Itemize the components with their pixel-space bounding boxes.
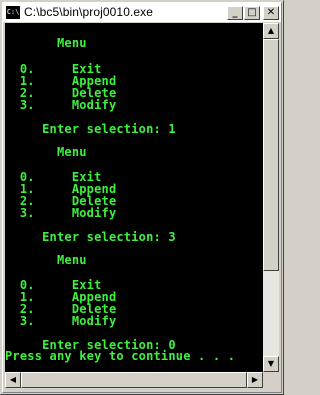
close-button[interactable]: ✕	[263, 6, 279, 20]
horizontal-scroll-thumb[interactable]	[21, 372, 247, 388]
console-line: 3. Modify	[5, 98, 117, 112]
console-line: Menu	[5, 253, 87, 267]
console-window: C:\ C:\bc5\bin\proj0010.exe _ □ ✕ Menu 0…	[0, 0, 284, 395]
console-line: Menu	[5, 145, 87, 159]
console-line: Menu	[5, 36, 87, 50]
scroll-left-button[interactable]: ◀	[5, 372, 21, 388]
console-line: Enter selection: 1	[5, 122, 176, 136]
size-grip[interactable]	[263, 372, 279, 388]
vertical-scroll-thumb[interactable]	[263, 39, 279, 271]
scroll-up-button[interactable]: ▲	[263, 23, 279, 39]
minimize-button[interactable]: _	[227, 6, 243, 20]
title-bar[interactable]: C:\ C:\bc5\bin\proj0010.exe _ □ ✕	[3, 3, 281, 22]
maximize-button[interactable]: □	[244, 6, 260, 20]
scroll-right-button[interactable]: ▶	[247, 372, 263, 388]
console-app-icon[interactable]: C:\	[6, 6, 20, 19]
window-title: C:\bc5\bin\proj0010.exe	[24, 5, 154, 19]
console-line: Enter selection: 3	[5, 230, 176, 244]
console-line: Press any key to continue . . .	[5, 349, 236, 363]
console-output[interactable]: Menu 0. Exit 1. Append 2. Delete 3. Modi…	[5, 23, 263, 372]
console-line: 3. Modify	[5, 314, 117, 328]
scroll-down-button[interactable]: ▼	[263, 356, 279, 372]
console-line: 3. Modify	[5, 206, 117, 220]
horizontal-scrollbar[interactable]: ◀ ▶	[5, 372, 263, 388]
vertical-scrollbar[interactable]: ▲ ▼	[263, 23, 279, 372]
